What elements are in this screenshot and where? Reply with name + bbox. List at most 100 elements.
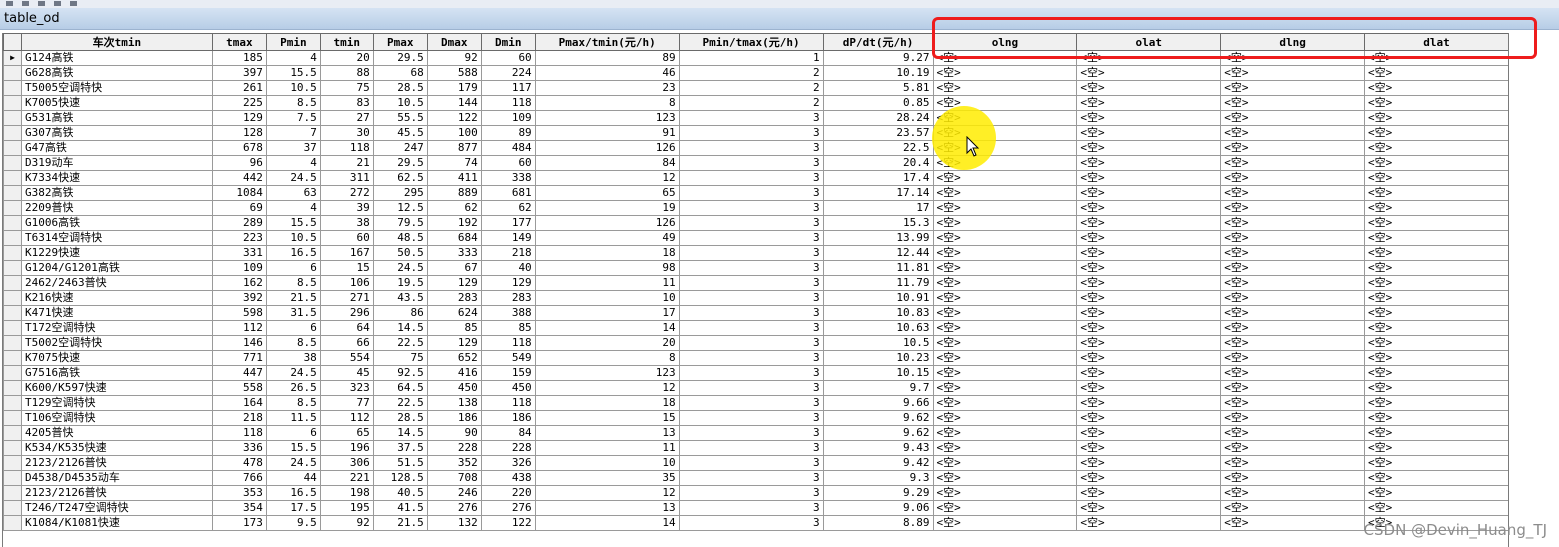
table-cell[interactable]: 10.23 (822, 350, 934, 366)
table-cell[interactable]: 8.5 (265, 335, 321, 351)
table-cell[interactable]: <空> (1076, 290, 1222, 306)
table-cell[interactable]: 146 (211, 335, 267, 351)
table-cell[interactable]: <空> (1364, 155, 1509, 171)
table-cell[interactable]: 85 (426, 320, 482, 336)
table-cell[interactable]: 15.3 (822, 215, 934, 231)
table-cell[interactable]: 3 (678, 380, 824, 396)
table-cell[interactable]: 86 (372, 305, 428, 321)
table-cell[interactable]: 122 (480, 515, 536, 531)
row-selector[interactable] (3, 170, 22, 186)
table-cell[interactable]: 117 (480, 80, 536, 96)
table-cell[interactable]: 3 (678, 170, 824, 186)
table-cell[interactable]: <空> (1076, 365, 1222, 381)
table-cell[interactable]: 9.62 (822, 410, 934, 426)
table-cell[interactable]: 83 (319, 95, 374, 111)
table-cell[interactable]: T129空调特快 (20, 395, 213, 411)
table-row[interactable]: T106空调特快 218 11.5 112 28.5 186 186 15 3 9.62 <空> <空… (3, 410, 1509, 426)
table-cell[interactable]: 22.5 (372, 335, 428, 351)
table-cell[interactable]: 38 (265, 350, 321, 366)
table-cell[interactable]: 100 (426, 125, 482, 141)
table-cell[interactable]: <空> (1076, 455, 1222, 471)
table-cell[interactable]: 392 (211, 290, 267, 306)
table-cell[interactable]: 118 (480, 95, 536, 111)
table-cell[interactable]: G382高铁 (20, 185, 213, 201)
table-cell[interactable]: <空> (1364, 245, 1509, 261)
table-cell[interactable]: 24.5 (372, 260, 428, 276)
table-row[interactable]: G307高铁 128 7 30 45.5 100 89 91 3 23.57 <空> <空> <空> <空… (3, 125, 1509, 141)
table-cell[interactable]: <空> (932, 245, 1078, 261)
table-cell[interactable]: <空> (1220, 65, 1366, 81)
table-cell[interactable]: <空> (1076, 350, 1222, 366)
table-cell[interactable]: 60 (480, 50, 536, 66)
table-cell[interactable]: <空> (932, 455, 1078, 471)
table-cell[interactable]: 17.14 (822, 185, 934, 201)
table-cell[interactable]: <空> (1220, 110, 1366, 126)
table-cell[interactable]: 11.81 (822, 260, 934, 276)
table-cell[interactable]: 75 (319, 80, 374, 96)
table-cell[interactable]: 3 (678, 455, 824, 471)
table-cell[interactable]: 28.5 (372, 410, 428, 426)
table-cell[interactable]: 338 (480, 170, 536, 186)
table-cell[interactable]: <空> (932, 185, 1078, 201)
table-cell[interactable]: 4 (265, 155, 321, 171)
column-header[interactable]: Dmin (480, 33, 536, 51)
table-cell[interactable]: 3 (678, 260, 824, 276)
table-cell[interactable]: G531高铁 (20, 110, 213, 126)
table-cell[interactable]: <空> (1220, 395, 1366, 411)
table-cell[interactable]: 877 (426, 140, 482, 156)
table-cell[interactable]: 68 (372, 65, 428, 81)
table-cell[interactable]: 65 (534, 185, 680, 201)
table-cell[interactable]: G47高铁 (20, 140, 213, 156)
table-cell[interactable]: 15.5 (265, 440, 321, 456)
table-cell[interactable]: 28.24 (822, 110, 934, 126)
table-cell[interactable]: G1006高铁 (20, 215, 213, 231)
table-cell[interactable]: 75 (372, 350, 428, 366)
table-cell[interactable]: 14.5 (372, 425, 428, 441)
row-selector[interactable] (3, 125, 22, 141)
table-cell[interactable]: 6 (265, 260, 321, 276)
table-cell[interactable]: <空> (1364, 65, 1509, 81)
table-cell[interactable]: <空> (1364, 305, 1509, 321)
table-cell[interactable]: 17 (822, 200, 934, 216)
table-cell[interactable]: <空> (1220, 140, 1366, 156)
row-selector[interactable] (3, 335, 22, 351)
table-cell[interactable]: 37 (265, 140, 321, 156)
table-cell[interactable]: 10.5 (265, 80, 321, 96)
row-selector[interactable] (3, 395, 22, 411)
table-cell[interactable]: 149 (480, 230, 536, 246)
table-cell[interactable]: <空> (1076, 425, 1222, 441)
table-cell[interactable]: <空> (932, 230, 1078, 246)
table-cell[interactable]: 549 (480, 350, 536, 366)
table-cell[interactable]: 162 (211, 275, 267, 291)
table-cell[interactable]: 336 (211, 440, 267, 456)
table-cell[interactable]: 128.5 (372, 470, 428, 486)
table-cell[interactable]: 283 (426, 290, 482, 306)
table-cell[interactable]: 65 (319, 425, 374, 441)
table-row[interactable]: G531高铁 129 7.5 27 55.5 122 109 123 3 28.24 <空> <空> <… (3, 110, 1509, 126)
table-cell[interactable]: <空> (932, 215, 1078, 231)
table-cell[interactable]: 96 (211, 155, 267, 171)
table-cell[interactable]: 352 (426, 455, 482, 471)
table-cell[interactable]: 126 (534, 215, 680, 231)
table-cell[interactable]: 9.27 (822, 50, 934, 66)
table-cell[interactable]: <空> (932, 80, 1078, 96)
table-cell[interactable]: 118 (319, 140, 374, 156)
table-cell[interactable]: 8 (534, 350, 680, 366)
table-cell[interactable]: <空> (932, 50, 1078, 66)
table-cell[interactable]: 74 (426, 155, 482, 171)
table-cell[interactable]: <空> (1220, 290, 1366, 306)
table-cell[interactable]: <空> (1076, 305, 1222, 321)
table-cell[interactable]: <空> (1364, 425, 1509, 441)
toolbar-icon[interactable] (70, 1, 77, 6)
table-cell[interactable]: <空> (1076, 230, 1222, 246)
table-cell[interactable]: 228 (480, 440, 536, 456)
table-cell[interactable]: 123 (534, 365, 680, 381)
table-cell[interactable]: 6 (265, 425, 321, 441)
table-cell[interactable]: <空> (932, 500, 1078, 516)
table-cell[interactable]: <空> (1220, 275, 1366, 291)
table-cell[interactable]: 17 (534, 305, 680, 321)
table-cell[interactable]: 27 (319, 110, 374, 126)
table-cell[interactable]: 766 (211, 470, 267, 486)
table-cell[interactable]: 221 (319, 470, 374, 486)
table-cell[interactable]: 15 (534, 410, 680, 426)
